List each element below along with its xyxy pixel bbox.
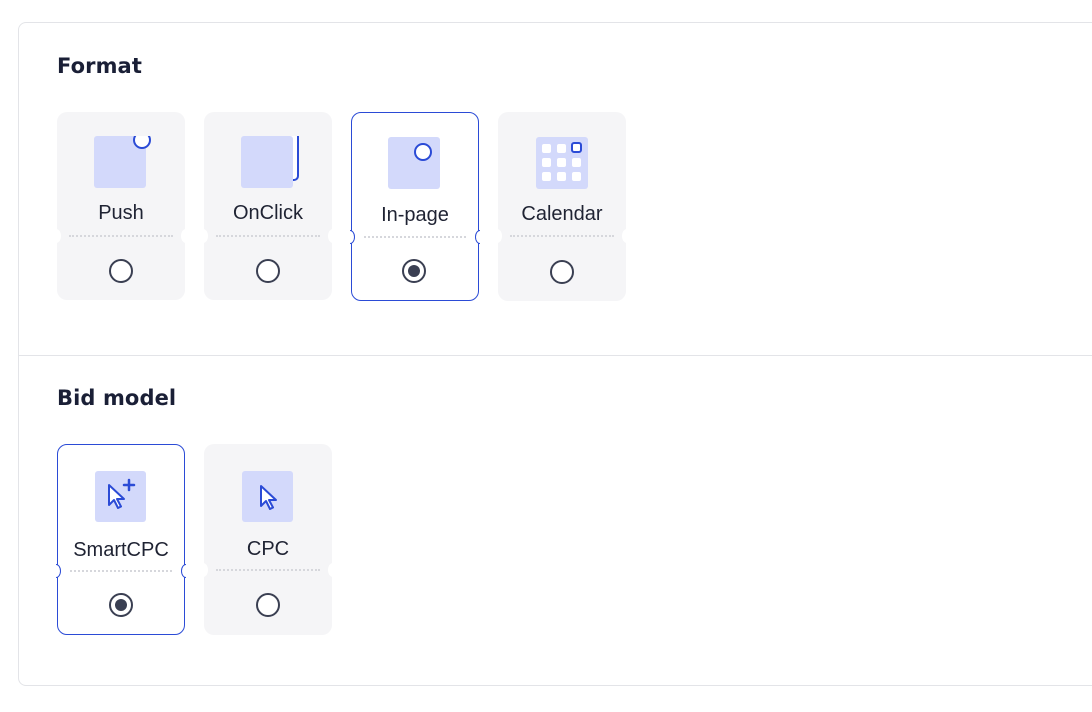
bid-option-label: SmartCPC	[73, 539, 169, 561]
divider	[70, 570, 172, 572]
card-notch	[51, 229, 61, 243]
divider	[510, 235, 614, 237]
radio-selected-dot	[115, 599, 127, 611]
card-notch	[350, 230, 355, 244]
card-notch	[622, 229, 632, 243]
format-radio-in-page[interactable]	[402, 259, 426, 283]
card-notch	[56, 564, 61, 578]
bid-radio-cpc[interactable]	[256, 593, 280, 617]
bid-option-cpc[interactable]: CPC	[198, 444, 338, 635]
format-radio-push[interactable]	[109, 259, 133, 283]
format-option-in-page[interactable]: In-page	[350, 112, 480, 301]
divider	[216, 235, 320, 237]
radio-selected-dot	[408, 265, 420, 277]
card-notch	[198, 563, 208, 577]
card-notch	[328, 563, 338, 577]
bid-option-label: CPC	[246, 538, 290, 560]
format-option-label: Calendar	[521, 203, 603, 225]
format-option-label: Push	[98, 202, 144, 224]
smart-cursor-icon	[95, 471, 146, 522]
format-radio-calendar[interactable]	[550, 260, 574, 284]
card-notch	[181, 564, 186, 578]
card-notch	[475, 230, 480, 244]
bid-radio-smartcpc[interactable]	[109, 593, 133, 617]
format-option-label: OnClick	[232, 202, 303, 224]
format-option-label: In-page	[381, 204, 449, 226]
calendar-icon	[536, 137, 588, 189]
format-options: Push OnClick In-page Calendar	[51, 112, 632, 301]
divider	[216, 569, 320, 571]
divider	[364, 236, 466, 238]
format-option-calendar[interactable]: Calendar	[492, 112, 632, 301]
format-option-onclick[interactable]: OnClick	[198, 112, 338, 300]
format-radio-onclick[interactable]	[256, 259, 280, 283]
bid-model-title: Bid model	[57, 386, 177, 410]
in-page-icon	[388, 137, 440, 189]
card-notch	[492, 229, 502, 243]
card-notch	[328, 229, 338, 243]
cursor-icon	[242, 471, 293, 522]
bid-model-section: Bid model SmartCPC CPC	[19, 356, 1092, 687]
bid-model-options: SmartCPC CPC	[56, 444, 338, 635]
bid-option-smartcpc[interactable]: SmartCPC	[56, 444, 186, 635]
format-option-push[interactable]: Push	[51, 112, 191, 300]
format-title: Format	[57, 54, 142, 78]
format-section: Format Push OnClick In-page Calendar	[19, 23, 1092, 356]
onclick-icon	[241, 130, 299, 188]
card-notch	[198, 229, 208, 243]
card-notch	[181, 229, 191, 243]
campaign-settings-panel: Format Push OnClick In-page Calendar Bid…	[18, 22, 1092, 686]
push-icon	[94, 131, 151, 188]
divider	[69, 235, 173, 237]
